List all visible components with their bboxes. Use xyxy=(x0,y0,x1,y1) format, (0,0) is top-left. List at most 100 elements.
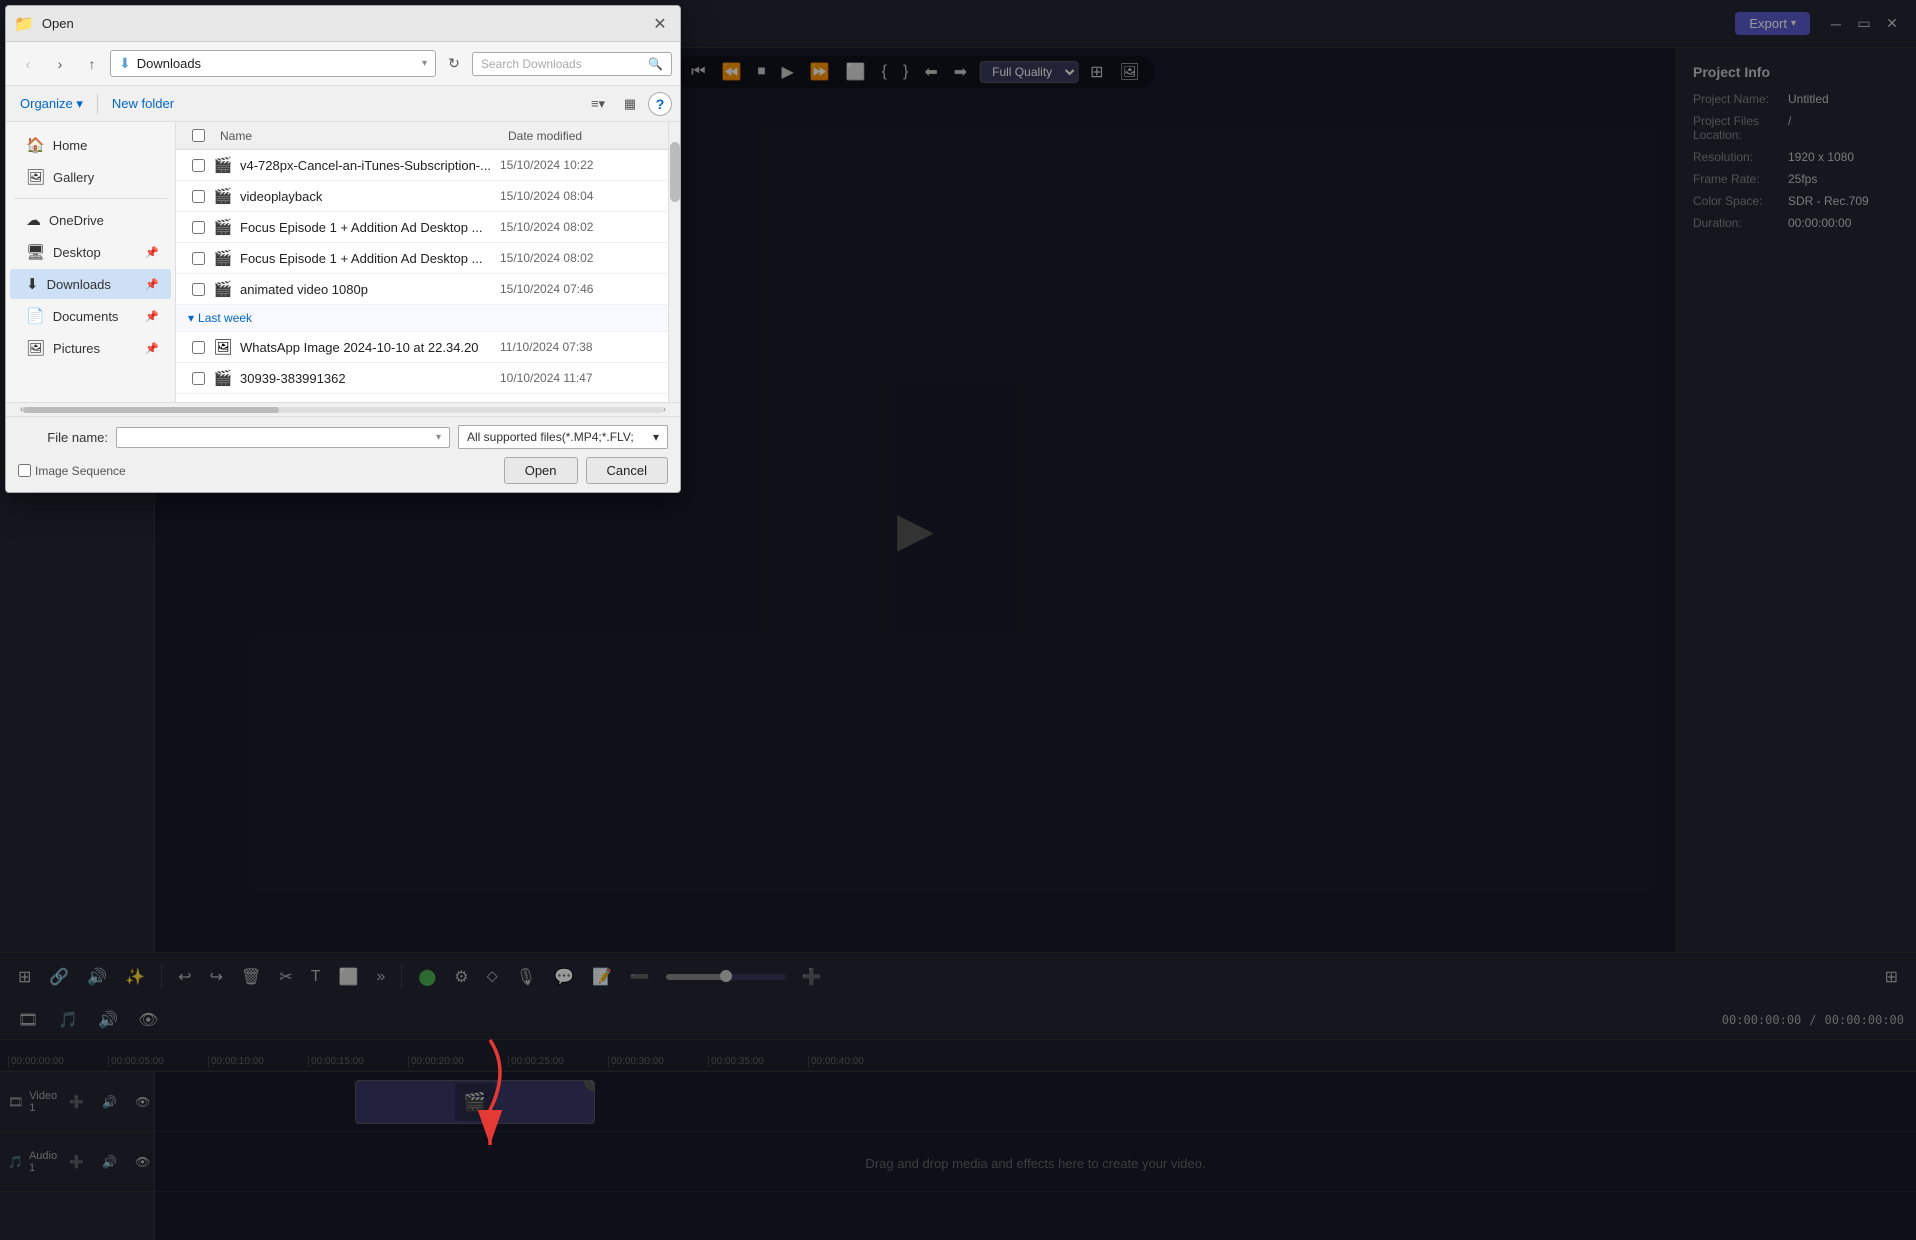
sidebar-item-home[interactable]: 🏠Home xyxy=(10,130,171,160)
dialog-close-button[interactable]: ✕ xyxy=(648,12,672,36)
section-last-week[interactable]: ▾ Last week xyxy=(176,305,668,332)
file-name-label: File name: xyxy=(18,430,108,445)
search-box[interactable]: Search Downloads 🔍 xyxy=(472,52,672,76)
file-name-0: v4-728px-Cancel-an-iTunes-Subscription-.… xyxy=(240,158,500,173)
file-checkbox-0[interactable] xyxy=(184,159,212,172)
sidebar-item-label: Gallery xyxy=(53,170,94,185)
lw-checkbox-0[interactable] xyxy=(192,341,205,354)
open-button[interactable]: Open xyxy=(504,457,578,484)
lw-file-checkbox-1[interactable] xyxy=(184,372,212,385)
search-placeholder: Search Downloads xyxy=(481,57,642,71)
file-row[interactable]: 🎬 Focus Episode 1 + Addition Ad Desktop … xyxy=(176,212,668,243)
scrollbar-thumb[interactable] xyxy=(670,142,680,202)
h-scrollbar-track[interactable] xyxy=(23,407,662,413)
sidebar-item-label: Downloads xyxy=(47,277,111,292)
file-icon-3: 🎬 xyxy=(212,247,234,269)
sidebar-item-downloads[interactable]: ⬇Downloads📌 xyxy=(10,269,171,299)
filelist-scroll[interactable]: 🎬 v4-728px-Cancel-an-iTunes-Subscription… xyxy=(176,150,668,402)
file-checkbox-3[interactable] xyxy=(184,252,212,265)
forward-button[interactable]: › xyxy=(46,50,74,78)
dialog-overlay: 📁 Open ✕ ‹ › ↑ ⬇ Downloads ▾ ↻ Search Do… xyxy=(0,0,1916,1240)
view-options-btn[interactable]: ≡▾ xyxy=(584,90,612,118)
sidebar-item-pictures[interactable]: 🖼 Pictures 📌 xyxy=(10,333,171,363)
checkbox-4[interactable] xyxy=(192,283,205,296)
select-all-checkbox[interactable] xyxy=(192,129,205,142)
file-name-1: videoplayback xyxy=(240,189,500,204)
file-type-select[interactable]: All supported files(*.MP4;*.FLV; ▾ xyxy=(458,425,668,449)
new-folder-button[interactable]: New folder xyxy=(106,94,180,113)
lw-file-date-1: 10/10/2024 11:47 xyxy=(500,371,660,385)
sidebar-item-documents[interactable]: 📄 Documents 📌 xyxy=(10,301,171,331)
file-date-3: 15/10/2024 08:02 xyxy=(500,251,660,265)
file-date-4: 15/10/2024 07:46 xyxy=(500,282,660,296)
checkbox-1[interactable] xyxy=(192,190,205,203)
footer-row2: Image Sequence Open Cancel xyxy=(18,457,668,484)
lw-file-name-1: 30939-383991362 xyxy=(240,371,500,386)
file-row[interactable]: 🎬 v4-728px-Cancel-an-iTunes-Subscription… xyxy=(176,150,668,181)
sidebar-item-desktop[interactable]: 🖥Desktop📌 xyxy=(10,237,171,267)
dialog-addressbar: ‹ › ↑ ⬇ Downloads ▾ ↻ Search Downloads 🔍 xyxy=(6,42,680,86)
file-name-chevron: ▾ xyxy=(436,432,441,443)
lw-file-icon-0: 🖼 xyxy=(212,336,234,358)
file-row[interactable]: 🎬 animated video 1080p 15/10/2024 07:46 xyxy=(176,274,668,305)
file-row[interactable]: 🎬 Focus Episode 1 + Addition Ad Desktop … xyxy=(176,243,668,274)
dialog-sidebar: 🏠Home 🖼 Gallery ☁OneDrive 🖥 Desktop 📌 ⬇Download… xyxy=(6,122,176,402)
header-date[interactable]: Date modified xyxy=(500,122,660,149)
sidebar-item-label: Pictures xyxy=(53,341,100,356)
dialog-toolbar: Organize ▾ New folder ≡▾ ▦ ? xyxy=(6,86,680,122)
gallery-icon: 🖼 xyxy=(26,168,45,186)
help-button[interactable]: ? xyxy=(648,92,672,116)
lw-file-checkbox-0[interactable] xyxy=(184,341,212,354)
back-button[interactable]: ‹ xyxy=(14,50,42,78)
file-row[interactable]: 🎬 videoplayback 15/10/2024 08:04 xyxy=(176,181,668,212)
pin-icon: 📌 xyxy=(145,342,159,355)
address-path[interactable]: ⬇ Downloads ▾ xyxy=(110,50,436,77)
dialog-title-text: Open xyxy=(42,16,640,31)
pictures-icon: 🖼 xyxy=(26,339,45,357)
file-row-lw[interactable]: 🖼 WhatsApp Image 2024-10-10 at 22.34.20 … xyxy=(176,332,668,363)
addr-path-text: Downloads xyxy=(137,56,416,71)
pane-toggle-btn[interactable]: ▦ xyxy=(616,90,644,118)
home-icon: 🏠 xyxy=(26,136,45,154)
documents-icon: 📄 xyxy=(26,307,45,325)
pin-icon: 📌 xyxy=(145,310,159,323)
file-type-arrow: ▾ xyxy=(653,430,659,444)
cancel-button[interactable]: Cancel xyxy=(586,457,668,484)
header-name[interactable]: Name xyxy=(212,122,500,149)
file-name-input[interactable]: ▾ xyxy=(116,427,450,448)
checkbox-3[interactable] xyxy=(192,252,205,265)
sidebar-item-gallery[interactable]: 🖼 Gallery xyxy=(10,162,171,192)
filelist-header: Name Date modified xyxy=(176,122,668,150)
desktop-icon: 🖥 xyxy=(26,243,45,261)
up-button[interactable]: ↑ xyxy=(78,50,106,78)
image-sequence-checkbox[interactable]: Image Sequence xyxy=(18,464,126,478)
file-row-lw[interactable]: 🎬 30939-383991362 10/10/2024 11:47 xyxy=(176,363,668,394)
file-checkbox-1[interactable] xyxy=(184,190,212,203)
refresh-button[interactable]: ↻ xyxy=(440,50,468,78)
sidebar-item-label: Desktop xyxy=(53,245,101,260)
horizontal-scrollbar[interactable]: ‹ › xyxy=(6,402,680,416)
file-type-text: All supported files(*.MP4;*.FLV; xyxy=(467,430,634,444)
file-checkbox-4[interactable] xyxy=(184,283,212,296)
h-scroll-right[interactable]: › xyxy=(663,404,666,415)
dialog-title-icon: 📁 xyxy=(14,14,34,34)
sidebar-item-label: Documents xyxy=(53,309,119,324)
file-icon-0: 🎬 xyxy=(212,154,234,176)
sidebar-item-onedrive[interactable]: ☁OneDrive xyxy=(10,205,171,235)
dialog-filelist: Name Date modified 🎬 v4-728px-Cancel-an-… xyxy=(176,122,668,402)
checkbox-0[interactable] xyxy=(192,159,205,172)
addr-path-chevron: ▾ xyxy=(422,58,427,69)
section-chevron: ▾ xyxy=(188,311,194,325)
file-checkbox-2[interactable] xyxy=(184,221,212,234)
vertical-scrollbar[interactable] xyxy=(668,122,680,402)
organize-button[interactable]: Organize ▾ xyxy=(14,94,89,114)
dialog-titlebar: 📁 Open ✕ xyxy=(6,6,680,42)
lw-checkbox-1[interactable] xyxy=(192,372,205,385)
search-icon: 🔍 xyxy=(648,57,663,71)
footer-row1: File name: ▾ All supported files(*.MP4;*… xyxy=(18,425,668,449)
open-dialog: 📁 Open ✕ ‹ › ↑ ⬇ Downloads ▾ ↻ Search Do… xyxy=(5,5,681,493)
image-sequence-check[interactable] xyxy=(18,464,31,477)
lw-file-name-0: WhatsApp Image 2024-10-10 at 22.34.20 xyxy=(240,340,500,355)
h-scrollbar-thumb[interactable] xyxy=(23,407,279,413)
checkbox-2[interactable] xyxy=(192,221,205,234)
